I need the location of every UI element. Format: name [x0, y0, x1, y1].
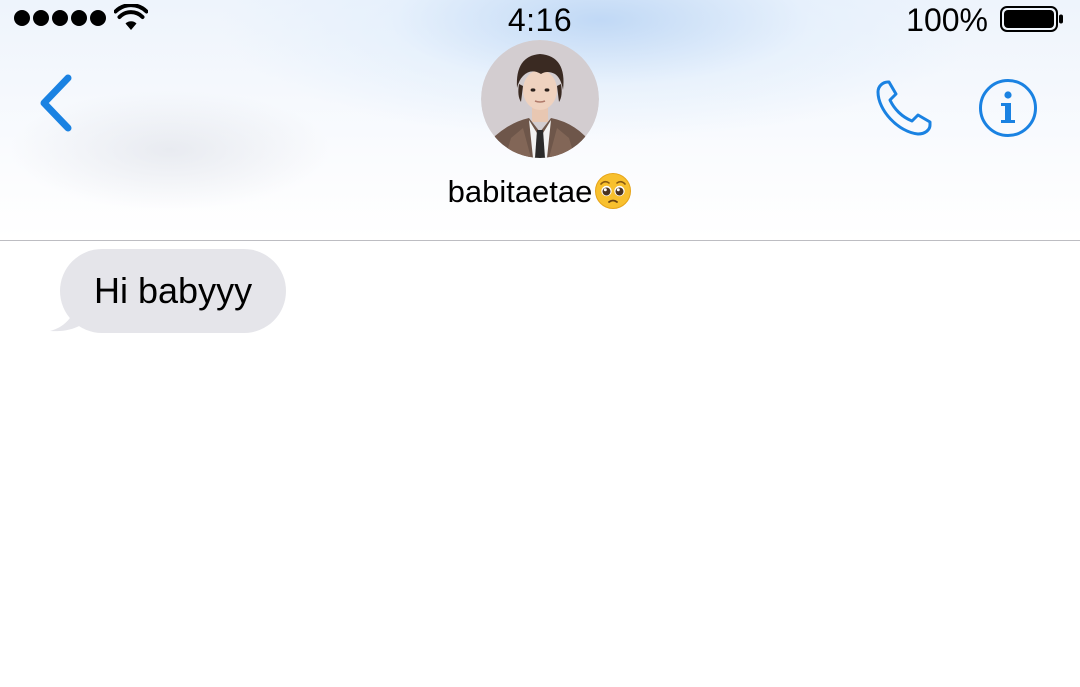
contact-name-button[interactable]: babitaetae [0, 172, 1080, 210]
contact-name: babitaetae [447, 174, 593, 209]
header-divider [0, 240, 1080, 241]
message-row-incoming: Hi babyyy [48, 249, 287, 333]
back-button[interactable] [30, 70, 82, 136]
info-button[interactable] [978, 78, 1038, 138]
info-icon [979, 79, 1037, 137]
call-button[interactable] [872, 78, 936, 138]
battery-percent: 100% [906, 2, 988, 38]
status-bar: 4:16 100% [0, 0, 1080, 40]
chevron-left-icon [40, 74, 72, 132]
message-text: Hi babyyy [94, 270, 253, 311]
contact-avatar-photo [481, 40, 599, 158]
battery-icon [1000, 6, 1063, 32]
pleading-face-emoji-icon [595, 173, 632, 209]
phone-icon [876, 80, 932, 136]
contact-avatar[interactable] [481, 40, 599, 158]
message-bubble[interactable]: Hi babyyy [60, 249, 287, 333]
